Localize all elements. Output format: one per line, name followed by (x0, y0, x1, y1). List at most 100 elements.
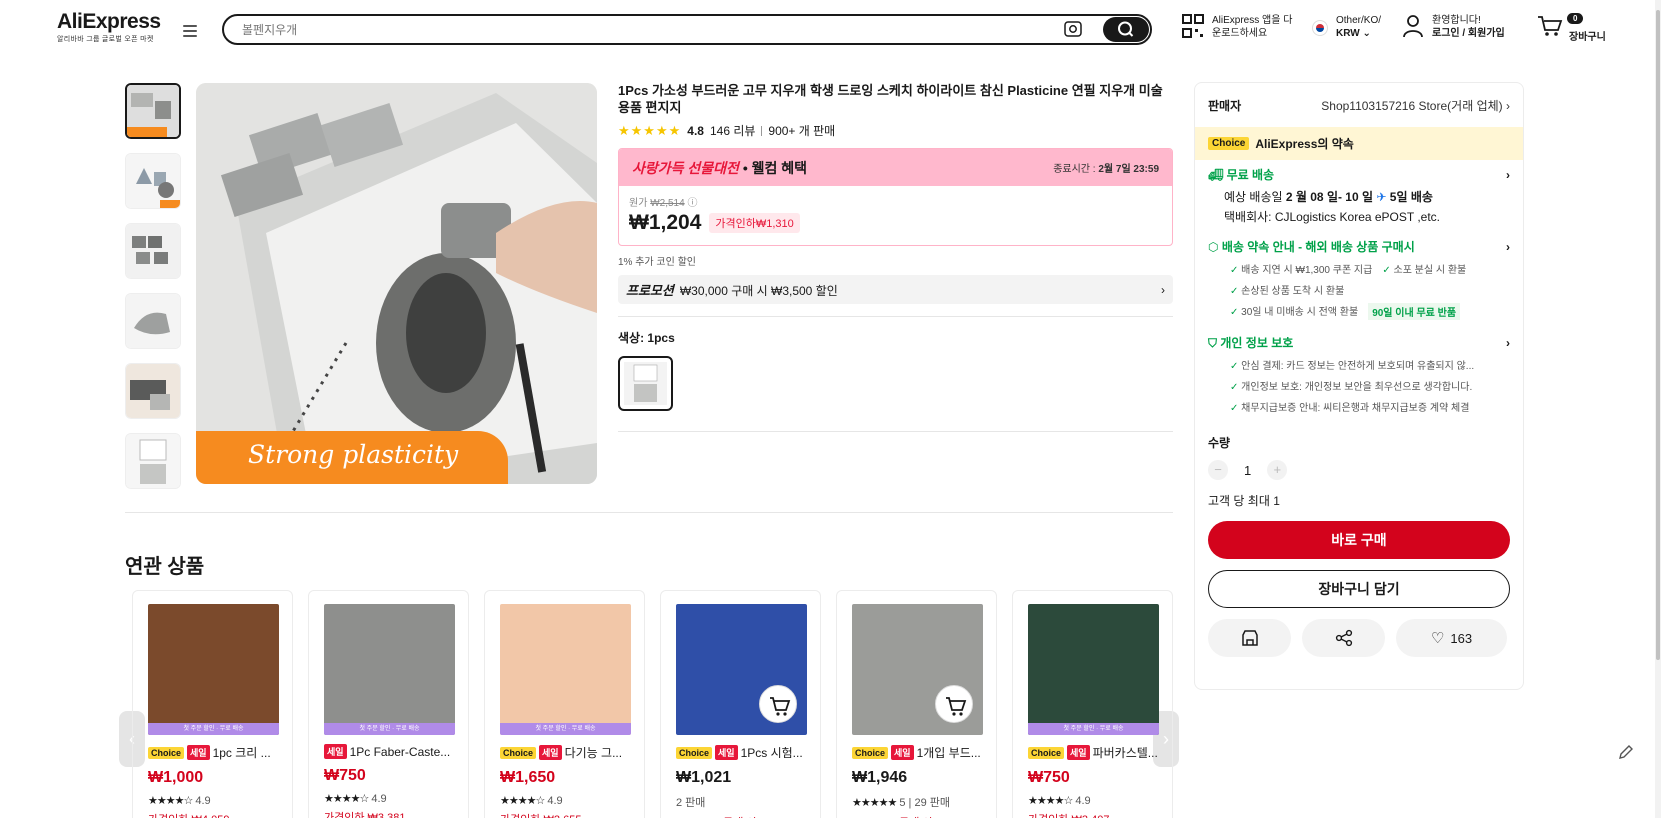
product-name-row: Choice 세일 1Pcs 시험... (676, 744, 805, 761)
product-thumbnail[interactable]: 첫 주문 할인 · 무료 배송 (1028, 604, 1159, 735)
main-product-image[interactable]: Strong plasticity (196, 83, 597, 484)
aliexpress-logo[interactable]: AliExpress 알리바바 그룹 글로벌 오픈 마켓 (57, 11, 161, 44)
choice-badge: Choice (148, 746, 185, 759)
deal-header: 사랑가득 선물대전 • 웰컴 혜택 종료시간 : 2월 7일 23:59 (619, 149, 1172, 186)
package-icon: ⬡ (1208, 240, 1219, 254)
brand-name: AliExpress (57, 10, 161, 33)
thumbnail-1[interactable] (125, 83, 181, 139)
related-product-card[interactable]: 첫 주문 할인 · 무료 배송 Choice 세일 1pc 크리 ... ₩1,000 ★… (132, 590, 293, 818)
privacy-section[interactable]: ⛉ 개인 정보 보호 › 안심 결제: 카드 정보는 안전하게 보호되며 유출되지… (1195, 328, 1523, 415)
add-to-cart-icon[interactable] (935, 685, 973, 723)
divider (761, 125, 763, 136)
info-icon[interactable]: ⓘ (687, 198, 697, 209)
product-name: 1pc 크리 ... (212, 746, 271, 760)
promise-item: 손상된 상품 도착 시 환불 (1230, 282, 1344, 297)
rating-row: ★★★★★ 5 | 29 판매 (852, 794, 981, 810)
edit-icon[interactable] (1616, 742, 1636, 762)
rating-row: ★★★★☆ 4.9 (148, 794, 277, 807)
scrollbar[interactable] (1655, 0, 1661, 818)
search-input[interactable] (242, 21, 1022, 39)
app-text-line1: AliExpress 앱을 다 (1212, 15, 1293, 26)
related-product-card[interactable]: Choice세일1Pcs 시험... ₩1,021 2 판매 ₩30,000 구매 … (660, 590, 821, 818)
rating-text: 4.9 (1075, 795, 1091, 807)
search-icon (1118, 21, 1134, 37)
buy-now-button[interactable]: 바로 구매 (1208, 521, 1510, 559)
image-search-icon[interactable] (1064, 21, 1082, 37)
thumbnail-5[interactable] (125, 363, 181, 419)
seller-name[interactable]: Shop1103157216 Store(거래 업체) (1321, 99, 1502, 113)
quantity-value[interactable]: 1 (1244, 463, 1251, 478)
delivery-estimate-label: 예상 배송일 (1224, 190, 1286, 204)
privacy-title: 개인 정보 보호 (1220, 336, 1294, 350)
cart-label: 장바구니 (1569, 32, 1606, 43)
shipping-section[interactable]: 🚚︎ 무료 배송 › 예상 배송일 2 월 08 일- 10 일 ✈ 5일 배송 … (1195, 160, 1523, 226)
thumbnail-6[interactable] (125, 433, 181, 489)
language-currency-selector[interactable]: Other/KO/KRW ⌄ (1312, 14, 1381, 40)
variant-image (624, 362, 667, 405)
product-name: 다기능 그... (564, 746, 623, 760)
product-thumbnail[interactable]: 첫 주문 할인 · 무료 배송 (148, 604, 279, 735)
related-product-card[interactable]: 첫 주문 할인 · 무료 배송 Choice 세일 파버카스텔... ₩750 ★★★★☆… (1012, 590, 1173, 818)
chevron-right-icon: › (1506, 239, 1510, 254)
thumbnail-2[interactable] (125, 153, 181, 209)
first-order-strip: 첫 주문 할인 · 무료 배송 (324, 723, 455, 735)
color-option-1pcs[interactable] (618, 356, 673, 411)
thumbnail-3[interactable] (125, 223, 181, 279)
product-name: 1Pcs 시험... (740, 746, 803, 760)
menu-icon[interactable] (183, 25, 197, 37)
product-thumbnail[interactable] (676, 604, 807, 735)
related-product-card[interactable]: Choice세일1개입 부드... ₩1,946 ★★★★★ 5 | 29 판매 ₩3… (836, 590, 997, 818)
rating-text: 2 판매 (676, 797, 706, 809)
currency-label: KRW (1336, 28, 1360, 39)
increase-button[interactable]: + (1267, 460, 1288, 480)
user-icon (1403, 15, 1423, 38)
choice-promise-bar: Choice AliExpress의 약속 (1195, 127, 1523, 160)
related-product-card[interactable]: 첫 주문 할인 · 무료 배송 세일 1Pc Faber-Caste... ₩750 ★… (308, 590, 469, 818)
decrease-button[interactable]: − (1208, 460, 1228, 480)
discount-text: 가격인하 ₩3,381 (324, 812, 406, 818)
product-name: 1Pc Faber-Caste... (349, 744, 451, 759)
product-info: 1Pcs 가소성 부드러운 고무 지우개 학생 드로잉 스케치 하이라이트 참신… (618, 82, 1173, 432)
review-count-link[interactable]: 146 리뷰 (710, 122, 755, 139)
rating-row: ★★★★☆ 4.9 (324, 792, 453, 805)
search-button[interactable] (1103, 17, 1149, 42)
discount-text: ₩30,000 구매 시 ₩3,5 (852, 814, 981, 818)
sale-badge: 세일 (187, 745, 210, 760)
divider (618, 316, 1173, 317)
store-button[interactable] (1208, 619, 1291, 657)
promise-item: 소포 분실 시 환불 (1382, 261, 1467, 276)
product-price: ₩1,650 (500, 769, 556, 786)
related-product-card[interactable]: 첫 주문 할인 · 무료 배송 Choice 세일 다기능 그... ₩1,650 ★★★… (484, 590, 645, 818)
login-signup-link[interactable]: 로그인 / 회원가입 (1432, 27, 1505, 40)
promotion-row[interactable]: 프로모션 ₩30,000 구매 시 ₩3,500 할인 › (618, 275, 1173, 304)
product-thumbnail[interactable]: 첫 주문 할인 · 무료 배송 (500, 604, 631, 735)
thumbnail-4[interactable] (125, 293, 181, 349)
share-icon (1335, 629, 1352, 647)
download-app-link[interactable]: AliExpress 앱을 다 운로드하세요 (1182, 14, 1292, 40)
star-rating-icon: ★★★★★ (852, 797, 897, 809)
deal-benefit: • 웰컴 혜택 (738, 159, 808, 176)
share-button[interactable] (1302, 619, 1385, 657)
chevron-right-icon: › (1506, 167, 1510, 182)
seller-row[interactable]: 판매자 Shop1103157216 Store(거래 업체) › (1195, 83, 1523, 127)
account-menu[interactable]: 환영합니다! 로그인 / 회원가입 (1402, 14, 1505, 40)
rating-row: 2 판매 (676, 794, 805, 810)
product-thumbnail[interactable] (852, 604, 983, 735)
delivery-promise-section[interactable]: ⬡ 배송 약속 안내 - 해외 배송 상품 구매시 › 배송 지연 시 ₩1,30… (1195, 232, 1523, 320)
wishlist-button[interactable]: ♡ 163 (1396, 619, 1507, 657)
store-icon (1241, 630, 1258, 646)
choice-badge: Choice (500, 746, 537, 759)
star-rating-icon: ★★★★★ (618, 122, 682, 138)
first-order-strip: 첫 주문 할인 · 무료 배송 (500, 723, 631, 735)
product-thumbnail[interactable]: 첫 주문 할인 · 무료 배송 (324, 604, 455, 735)
cart-link[interactable]: 0 장바구니 (1537, 13, 1606, 43)
rating-row: ★★★★☆ 4.9 (500, 794, 629, 807)
delivery-days: 5일 배송 (1389, 190, 1433, 204)
star-rating-icon: ★★★★☆ (324, 793, 369, 805)
add-to-cart-button[interactable]: 장바구니 담기 (1208, 570, 1510, 608)
promise-title: AliExpress의 약속 (1255, 137, 1354, 151)
add-to-cart-icon[interactable] (759, 685, 797, 723)
quantity-stepper: − 1 + (1208, 460, 1510, 480)
promise-item: 30일 내 미배송 시 전액 환불 (1230, 303, 1358, 320)
brand-tagline: 알리바바 그룹 글로벌 오픈 마켓 (57, 36, 154, 43)
